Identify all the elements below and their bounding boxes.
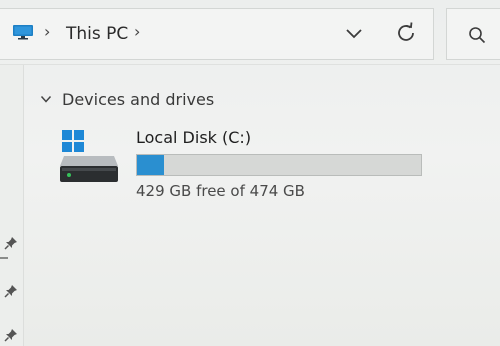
breadcrumb-this-pc[interactable]: This PC (66, 24, 128, 44)
drive-free-space: 429 GB free of 474 GB (136, 182, 305, 200)
breadcrumb-separator[interactable]: › (44, 22, 50, 41)
chevron-down-icon[interactable] (344, 26, 364, 40)
pin-icon[interactable] (4, 328, 18, 342)
section-collapse-chevron-icon[interactable] (40, 94, 52, 104)
drive-usage-fill (137, 155, 164, 175)
windows-drive-icon (60, 130, 118, 182)
pin-icon[interactable] (4, 284, 18, 298)
section-title-devices-and-drives[interactable]: Devices and drives (62, 90, 214, 109)
this-pc-monitor-icon[interactable] (12, 24, 34, 40)
drive-usage-bar (136, 154, 422, 176)
drive-local-disk-c[interactable]: Local Disk (C:) 429 GB free of 474 GB (56, 124, 436, 204)
navigation-pane[interactable] (0, 65, 24, 346)
file-explorer-window: › This PC › Devices and drives Local Dis… (0, 0, 500, 346)
pin-icon[interactable] (4, 236, 18, 250)
search-icon[interactable] (468, 26, 486, 44)
breadcrumb-trailing-separator[interactable]: › (134, 22, 140, 41)
refresh-icon[interactable] (394, 21, 418, 45)
nav-selection-indicator (0, 257, 8, 259)
drive-name[interactable]: Local Disk (C:) (136, 128, 251, 147)
toolbar-divider (0, 64, 500, 65)
